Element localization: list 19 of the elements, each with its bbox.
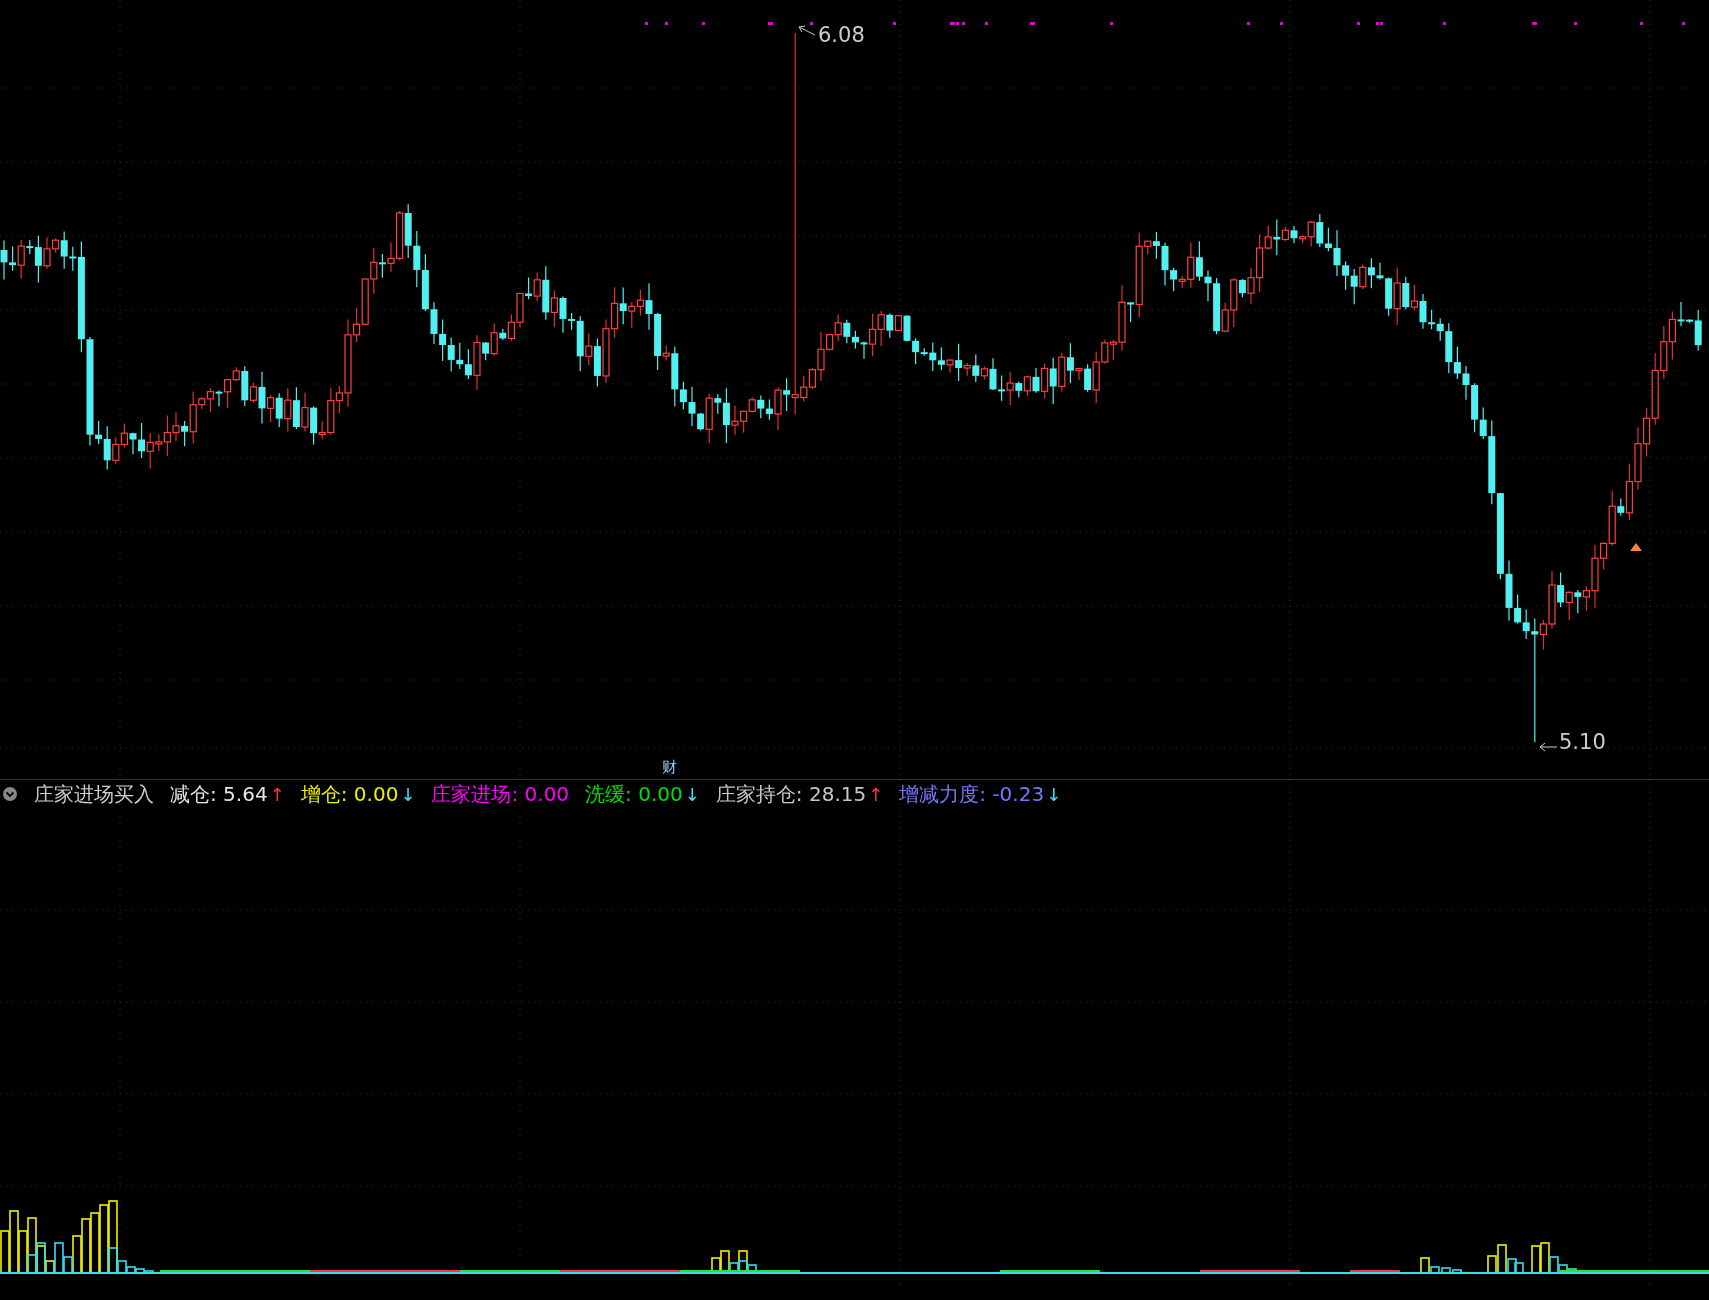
trend-arrow: ↑: [269, 783, 285, 805]
arrow-icon: [798, 25, 816, 36]
indicator-value: 增减力度: -0.23: [899, 780, 1045, 808]
price-label: 6.08: [818, 23, 865, 47]
indicator-value: 洗缓: 0.00: [585, 780, 683, 808]
trend-arrow: ↓: [684, 783, 700, 805]
event-marker[interactable]: 财: [662, 758, 677, 776]
indicator-name: 庄家进场买入: [34, 780, 154, 808]
triangle-icon: [1630, 543, 1642, 551]
arrow-icon: [1539, 742, 1558, 752]
trend-arrow: ↓: [400, 783, 416, 805]
collapse-icon[interactable]: [2, 786, 18, 802]
indicator-value: 减仓: 5.64: [170, 780, 268, 808]
indicator-value: 增仓: 0.00: [300, 780, 399, 808]
indicator-value: 庄家持仓: 28.15: [715, 780, 867, 808]
indicator-value: 庄家进场: 0.00: [431, 780, 570, 808]
trend-arrow: ↓: [1046, 783, 1062, 805]
trend-arrow: ↑: [868, 783, 884, 805]
price-label: 5.10: [1559, 730, 1606, 754]
